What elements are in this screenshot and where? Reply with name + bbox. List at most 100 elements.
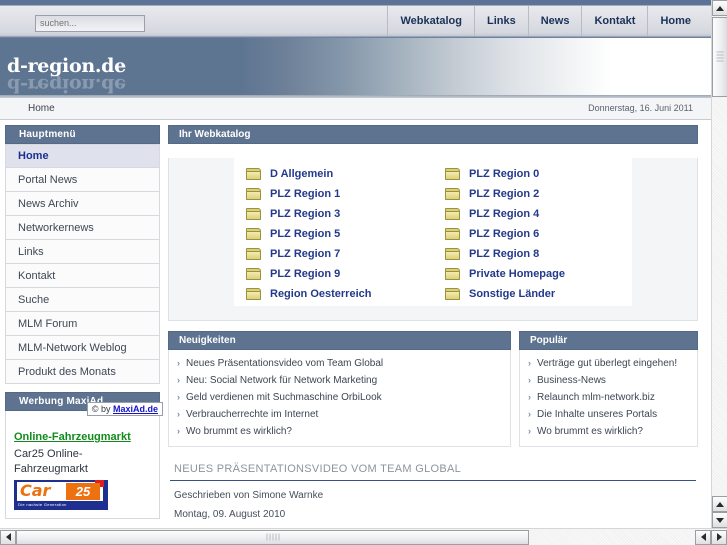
list-item-label[interactable]: Wo brummt es wirklich? bbox=[537, 425, 643, 438]
catalog-item-plz-region-2[interactable]: PLZ Region 2 bbox=[433, 188, 632, 200]
sidebar-item-label[interactable]: Suche bbox=[6, 294, 159, 306]
vertical-scrollbar-track[interactable] bbox=[712, 98, 727, 494]
sidebar-item-label[interactable]: MLM Forum bbox=[6, 318, 159, 330]
sidebar-item-label[interactable]: Produkt des Monats bbox=[6, 366, 159, 378]
topnav-item-news[interactable]: News bbox=[527, 6, 582, 36]
sidebar-item-label[interactable]: Kontakt bbox=[6, 270, 159, 282]
list-item[interactable]: › Geld verdienen mit Suchmaschine OrbiLo… bbox=[169, 389, 510, 406]
folder-icon bbox=[445, 248, 460, 260]
news-panels-row: Neuigkeiten › Neues Präsentationsvideo v… bbox=[168, 331, 698, 447]
vertical-scrollbar-thumb[interactable] bbox=[712, 17, 727, 97]
breadcrumb[interactable]: Home bbox=[28, 103, 55, 114]
main-menu-module: Hauptmenü Home Portal News News Archiv N… bbox=[5, 125, 160, 384]
list-item-label[interactable]: Verbraucherrechte im Internet bbox=[186, 408, 318, 421]
scrollbar-grip-icon bbox=[266, 533, 279, 541]
popular-title: Populär bbox=[519, 331, 698, 350]
top-nav-links: Webkatalog Links News Kontakt Home bbox=[387, 6, 703, 36]
scroll-up-button-bottom[interactable] bbox=[712, 496, 727, 512]
triangle-up-icon bbox=[716, 501, 724, 507]
topnav-item-home[interactable]: Home bbox=[647, 6, 703, 36]
sidebar-item-label[interactable]: Portal News bbox=[6, 174, 159, 186]
catalog-item-region-oesterreich[interactable]: Region Oesterreich bbox=[234, 288, 433, 300]
topnav-item-webkatalog[interactable]: Webkatalog bbox=[387, 6, 474, 36]
sidebar-item-mlm-forum[interactable]: MLM Forum bbox=[5, 312, 160, 336]
sidebar-item-suche[interactable]: Suche bbox=[5, 288, 160, 312]
catalog-item-label: PLZ Region 7 bbox=[270, 248, 341, 260]
list-item-label[interactable]: Neu: Social Network für Network Marketin… bbox=[186, 374, 377, 387]
sidebar-item-mlm-network-weblog[interactable]: MLM-Network Weblog bbox=[5, 336, 160, 360]
sidebar-item-networkernews[interactable]: Networkernews bbox=[5, 216, 160, 240]
current-date: Donnerstag, 16. Juni 2011 bbox=[588, 103, 693, 113]
sidebar-item-portal-news[interactable]: Portal News bbox=[5, 168, 160, 192]
horizontal-scrollbar[interactable] bbox=[0, 528, 727, 545]
catalog-item-label: PLZ Region 5 bbox=[270, 228, 341, 240]
list-item-label[interactable]: Relaunch mlm-network.biz bbox=[537, 391, 655, 404]
catalog-item-private-homepage[interactable]: Private Homepage bbox=[433, 268, 632, 280]
triangle-left-icon bbox=[5, 533, 11, 541]
neuigkeiten-panel: Neuigkeiten › Neues Präsentationsvideo v… bbox=[168, 331, 511, 447]
main-menu-list: Home Portal News News Archiv Networkerne… bbox=[5, 144, 160, 384]
topnav-item-kontakt[interactable]: Kontakt bbox=[581, 6, 647, 36]
horizontal-scrollbar-thumb[interactable] bbox=[16, 529, 529, 545]
catalog-item-plz-region-9[interactable]: PLZ Region 9 bbox=[234, 268, 433, 280]
ad-headline-link[interactable]: Online-Fahrzeugmarkt bbox=[14, 431, 151, 443]
topnav-item-links[interactable]: Links bbox=[474, 6, 528, 36]
article-title[interactable]: NEUES PRÄSENTATIONSVIDEO VOM TEAM GLOBAL bbox=[170, 457, 696, 481]
catalog-item-plz-region-4[interactable]: PLZ Region 4 bbox=[433, 208, 632, 220]
list-item-label[interactable]: Neues Präsentationsvideo vom Team Global bbox=[186, 357, 383, 370]
list-item[interactable]: › Neues Präsentationsvideo vom Team Glob… bbox=[169, 355, 510, 372]
catalog-item-d-allgemein[interactable]: D Allgemein bbox=[234, 168, 433, 180]
sidebar-item-links[interactable]: Links bbox=[5, 240, 160, 264]
catalog-item-plz-region-3[interactable]: PLZ Region 3 bbox=[234, 208, 433, 220]
sidebar-item-produkt-des-monats[interactable]: Produkt des Monats bbox=[5, 360, 160, 384]
sidebar-item-label[interactable]: MLM-Network Weblog bbox=[6, 342, 159, 354]
catalog-item-plz-region-8[interactable]: PLZ Region 8 bbox=[433, 248, 632, 260]
webkatalog-inner: D Allgemein PLZ Region 0 PLZ Region 1 PL… bbox=[234, 158, 632, 306]
scroll-left-button[interactable] bbox=[0, 529, 16, 545]
triangle-left-icon bbox=[700, 533, 706, 541]
list-item[interactable]: › Neu: Social Network für Network Market… bbox=[169, 372, 510, 389]
search-input[interactable] bbox=[35, 14, 145, 32]
car25-logo[interactable]: Car 25 Die nachste Generation bbox=[14, 480, 108, 510]
list-item-label[interactable]: Wo brummt es wirklich? bbox=[186, 425, 292, 438]
scroll-down-button[interactable] bbox=[712, 512, 727, 528]
list-item-label[interactable]: Business-News bbox=[537, 374, 606, 387]
sidebar-item-label[interactable]: Links bbox=[6, 246, 159, 258]
list-item[interactable]: › Relaunch mlm-network.biz bbox=[520, 389, 697, 406]
ad-copyright-link[interactable]: MaxiAd.de bbox=[113, 404, 158, 414]
triangle-right-icon bbox=[716, 533, 722, 541]
list-item[interactable]: › Wo brummt es wirklich? bbox=[520, 423, 697, 440]
sidebar-item-home[interactable]: Home bbox=[5, 144, 160, 168]
sidebar-item-kontakt[interactable]: Kontakt bbox=[5, 264, 160, 288]
catalog-item-plz-region-1[interactable]: PLZ Region 1 bbox=[234, 188, 433, 200]
sidebar-item-news-archiv[interactable]: News Archiv bbox=[5, 192, 160, 216]
scroll-left-button-right[interactable] bbox=[695, 529, 711, 545]
webkatalog-title: Ihr Webkatalog bbox=[168, 125, 698, 144]
horizontal-scrollbar-track[interactable] bbox=[529, 529, 695, 545]
sidebar-item-label[interactable]: Networkernews bbox=[6, 222, 159, 234]
sidebar-item-label[interactable]: News Archiv bbox=[6, 198, 159, 210]
catalog-item-label: PLZ Region 8 bbox=[469, 248, 540, 260]
neuigkeiten-title: Neuigkeiten bbox=[168, 331, 511, 350]
scroll-up-button[interactable] bbox=[712, 0, 727, 16]
catalog-item-plz-region-7[interactable]: PLZ Region 7 bbox=[234, 248, 433, 260]
list-item-label[interactable]: Die Inhalte unseres Portals bbox=[537, 408, 657, 421]
list-item-label[interactable]: Verträge gut überlegt eingehen! bbox=[537, 357, 677, 370]
list-item[interactable]: › Die Inhalte unseres Portals bbox=[520, 406, 697, 423]
vertical-scrollbar[interactable] bbox=[711, 0, 727, 528]
catalog-item-plz-region-5[interactable]: PLZ Region 5 bbox=[234, 228, 433, 240]
catalog-item-plz-region-0[interactable]: PLZ Region 0 bbox=[433, 168, 632, 180]
catalog-item-sonstige-laender[interactable]: Sonstige Länder bbox=[433, 288, 632, 300]
catalog-item-label: PLZ Region 6 bbox=[469, 228, 540, 240]
list-item[interactable]: › Verträge gut überlegt eingehen! bbox=[520, 355, 697, 372]
folder-icon bbox=[445, 228, 460, 240]
scroll-right-button[interactable] bbox=[711, 529, 727, 545]
sidebar-item-label[interactable]: Home bbox=[6, 150, 159, 162]
list-item[interactable]: › Wo brummt es wirklich? bbox=[169, 423, 510, 440]
chevron-right-icon: › bbox=[528, 375, 531, 385]
list-item[interactable]: › Verbraucherrechte im Internet bbox=[169, 406, 510, 423]
list-item[interactable]: › Business-News bbox=[520, 372, 697, 389]
catalog-item-plz-region-6[interactable]: PLZ Region 6 bbox=[433, 228, 632, 240]
search-box[interactable] bbox=[35, 13, 145, 32]
list-item-label[interactable]: Geld verdienen mit Suchmaschine OrbiLook bbox=[186, 391, 382, 404]
